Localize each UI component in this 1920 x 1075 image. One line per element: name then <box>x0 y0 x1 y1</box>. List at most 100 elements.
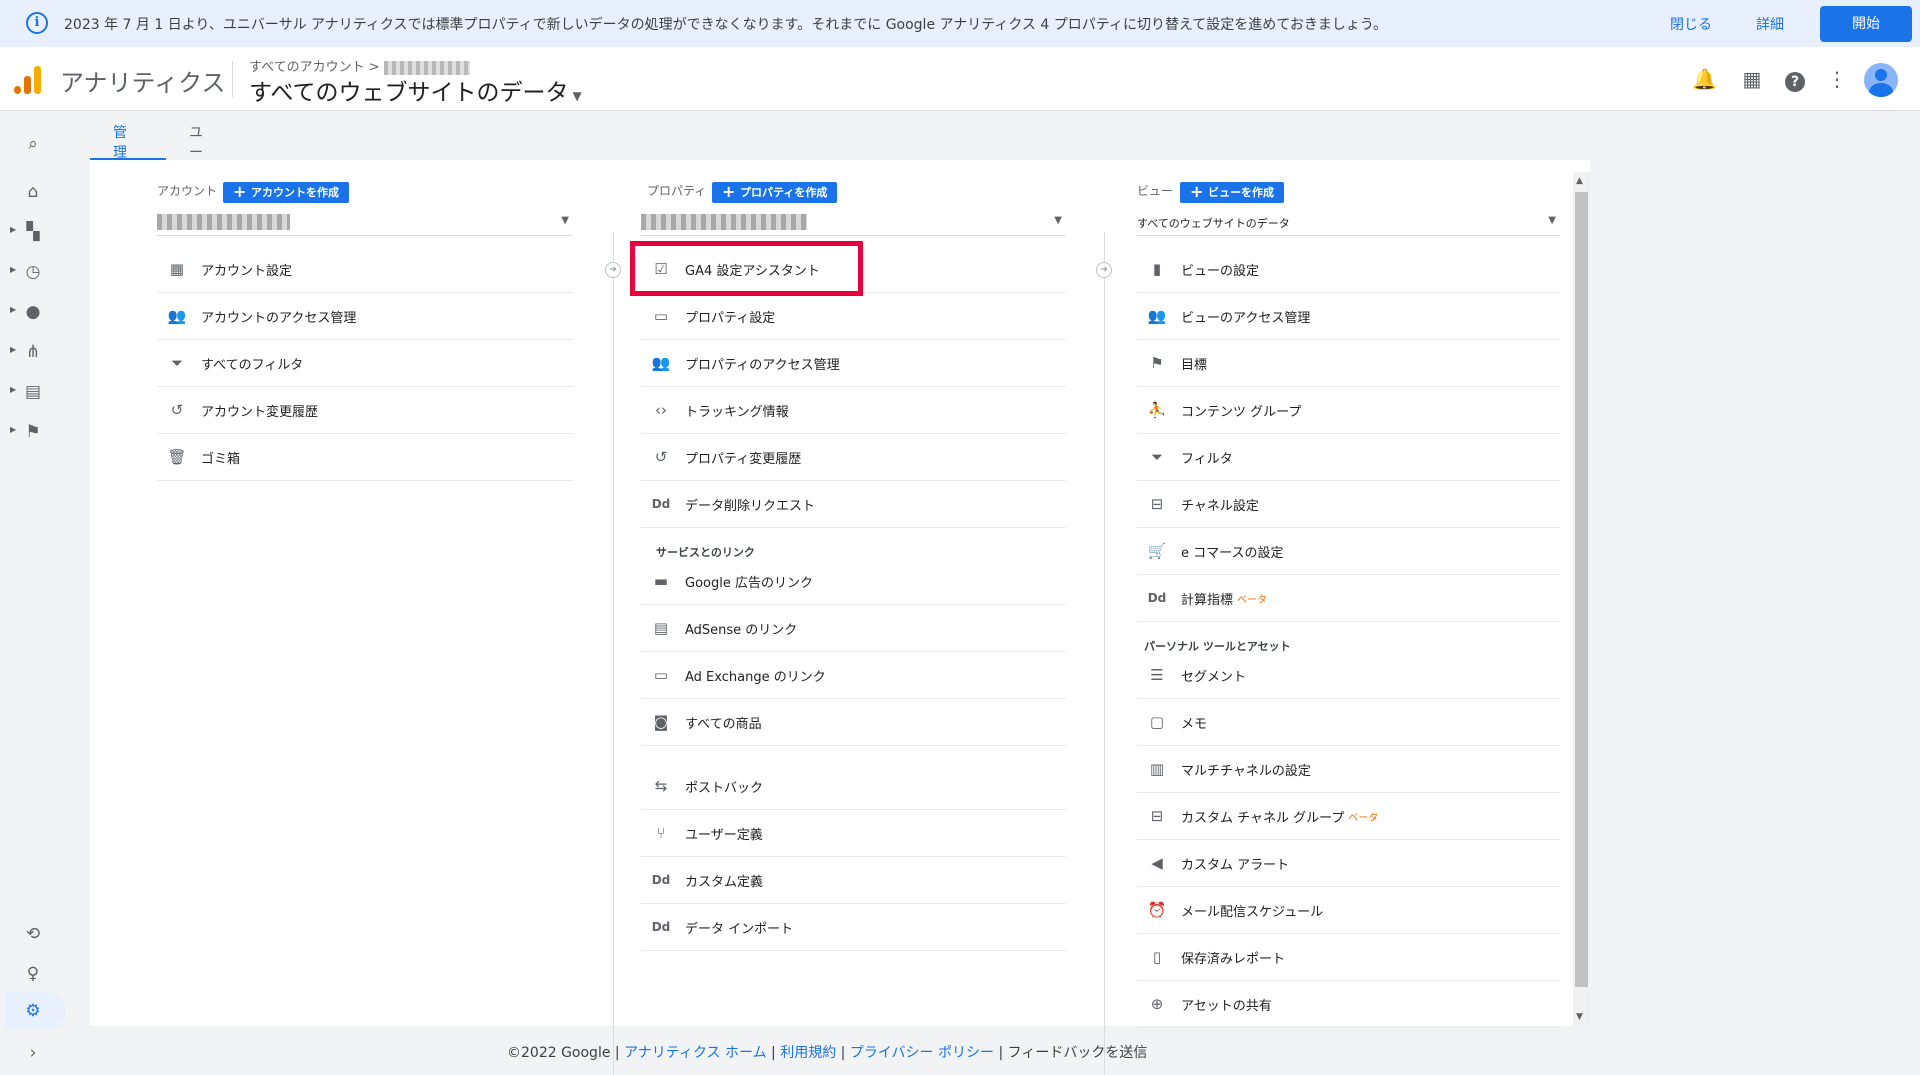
chevron-right-icon[interactable]: › <box>18 1038 48 1068</box>
scrollbar[interactable]: ▲ ▼ <box>1573 172 1590 1026</box>
menu-item-label: カスタム定義 <box>685 874 764 890</box>
avatar[interactable] <box>1864 63 1898 97</box>
menu-item[interactable]: ⚑ 目標 <box>1137 340 1560 387</box>
menu-item[interactable]: ▯ 保存済みレポート <box>1137 934 1560 981</box>
expand-arrow-icon[interactable]: ▶ <box>10 225 16 234</box>
menu-item-label: データ インポート <box>685 921 794 937</box>
expand-arrow-icon[interactable]: ▶ <box>10 345 16 354</box>
account-selector[interactable]: ▼ <box>157 210 573 236</box>
dd-icon: Dd <box>1147 591 1167 605</box>
privacy-link[interactable]: プライバシー ポリシー <box>850 1045 994 1061</box>
details-link[interactable]: 詳細 <box>1756 14 1784 34</box>
menu-item[interactable]: ↺ プロパティ変更履歴 <box>641 434 1066 481</box>
tab-admin[interactable]: 管理 <box>113 122 127 161</box>
menu-item[interactable]: ⏷ すべてのフィルタ <box>157 340 573 387</box>
menu-item[interactable]: 🛒 e コマースの設定 <box>1137 528 1560 575</box>
column-divider <box>1104 232 1105 1075</box>
menu-item-label: カスタム アラート <box>1181 857 1290 873</box>
menu-item[interactable]: ▦ アカウント設定 <box>157 246 573 293</box>
swap-icon: ⇆ <box>654 777 668 795</box>
column-divider <box>613 232 614 1075</box>
terms-link[interactable]: 利用規約 <box>780 1045 836 1061</box>
layout-icon: ▭ <box>653 307 669 325</box>
memo-icon: ▢ <box>1149 713 1165 731</box>
expand-arrow-icon[interactable]: ▶ <box>10 305 16 314</box>
menu-item-label: Google 広告のリンク <box>685 575 813 591</box>
lightbulb-icon[interactable]: ♀ <box>18 959 48 989</box>
create-view-button[interactable]: + ビューを作成 <box>1180 182 1284 203</box>
dashboard-icon[interactable]: ▚ <box>18 217 48 247</box>
menu-item[interactable]: ◙ すべての商品 <box>641 699 1066 746</box>
beta-badge: ベータ <box>1237 594 1268 606</box>
menu-item[interactable]: ‹› トラッキング情報 <box>641 387 1066 434</box>
menu-item[interactable]: Dd データ削除リクエスト <box>641 481 1066 528</box>
people-icon: 👥 <box>651 354 671 372</box>
menu-item[interactable]: ▬ Google 広告のリンク <box>641 558 1066 605</box>
menu-item[interactable]: 👥 ビューのアクセス管理 <box>1137 293 1560 340</box>
home-icon[interactable]: ⌂ <box>18 177 48 207</box>
view-selector-dropdown[interactable]: すべてのウェブサイトのデータ ▼ <box>1137 210 1560 236</box>
close-banner-link[interactable]: 閉じる <box>1670 14 1712 34</box>
scroll-down-icon[interactable]: ▼ <box>1576 1012 1583 1022</box>
person-walk-icon: ⛹ <box>1147 401 1167 419</box>
feedback-link[interactable]: フィードバックを送信 <box>1008 1045 1148 1061</box>
filter-icon: ⏷ <box>1150 448 1163 466</box>
view-selector[interactable]: すべてのウェブサイトのデータ ▼ <box>249 73 582 107</box>
menu-item[interactable]: ◀ カスタム アラート <box>1137 840 1560 887</box>
menu-item[interactable]: ▭ プロパティ設定 <box>641 293 1066 340</box>
start-button[interactable]: 開始 <box>1820 6 1912 42</box>
footer: ©2022 Google | アナリティクス ホーム | 利用規約 | プライバ… <box>507 1045 1148 1061</box>
create-account-button[interactable]: + アカウントを作成 <box>223 182 349 203</box>
person-icon[interactable]: ● <box>18 297 48 327</box>
clock-icon[interactable]: ◷ <box>18 257 48 287</box>
expand-arrow-icon[interactable]: ▶ <box>10 265 16 274</box>
flag-icon[interactable]: ⚑ <box>18 417 48 447</box>
menu-item[interactable]: ▤ AdSense のリンク <box>641 605 1066 652</box>
menu-item[interactable]: ⏷ フィルタ <box>1137 434 1560 481</box>
menu-item[interactable]: ⊟ チャネル設定 <box>1137 481 1560 528</box>
attribution-icon[interactable]: ⟲ <box>18 919 48 949</box>
analytics-home-link[interactable]: アナリティクス ホーム <box>624 1045 767 1061</box>
acquisition-icon[interactable]: ⋔ <box>18 337 48 367</box>
search-icon[interactable]: ⌕ <box>18 129 48 159</box>
tab-user[interactable]: ユーザー <box>189 122 203 201</box>
more-vert-icon[interactable]: ⋮ <box>1825 67 1849 91</box>
menu-item[interactable]: ⛹ コンテンツ グループ <box>1137 387 1560 434</box>
menu-item-label: すべてのフィルタ <box>201 357 304 373</box>
apps-grid-icon[interactable]: ▦ <box>1740 67 1764 91</box>
create-property-button[interactable]: + プロパティを作成 <box>712 182 838 203</box>
menu-item[interactable]: Dd 計算指標 ベータ <box>1137 575 1560 622</box>
menu-item[interactable]: Dd カスタム定義 <box>641 857 1066 904</box>
top-header: アナリティクス すべてのアカウント > すべてのウェブサイトのデータ ▼ 🔔 ▦ … <box>0 47 1920 111</box>
menu-item[interactable]: ▭ Ad Exchange のリンク <box>641 652 1066 699</box>
scrollbar-thumb[interactable] <box>1575 192 1588 987</box>
chevron-down-icon: ▼ <box>572 89 582 103</box>
behavior-icon[interactable]: ▤ <box>18 377 48 407</box>
gear-icon[interactable]: ⚙ <box>18 996 48 1026</box>
expand-arrow-icon[interactable]: ▶ <box>10 425 16 434</box>
property-heading: プロパティ <box>647 184 707 198</box>
expand-arrow-icon[interactable]: ▶ <box>10 385 16 394</box>
menu-item[interactable]: 👥 プロパティのアクセス管理 <box>641 340 1066 387</box>
menu-item[interactable]: ☰ セグメント <box>1137 652 1560 699</box>
menu-item[interactable]: ↺ アカウント変更履歴 <box>157 387 573 434</box>
menu-item[interactable]: 👥 アカウントのアクセス管理 <box>157 293 573 340</box>
scroll-up-icon[interactable]: ▲ <box>1576 176 1583 186</box>
menu-item-label: ビューの設定 <box>1181 263 1260 279</box>
help-icon[interactable]: ? <box>1783 67 1807 92</box>
menu-item[interactable]: ▮ ビューの設定 <box>1137 246 1560 293</box>
menu-item-label: ゴミ箱 <box>201 451 241 467</box>
bell-icon[interactable]: 🔔 <box>1692 67 1717 91</box>
menu-item[interactable]: ⇆ ポストバック <box>641 763 1066 810</box>
menu-item[interactable]: 🗑 ゴミ箱 <box>157 434 573 481</box>
menu-item[interactable]: ⊟ カスタム チャネル グループ ベータ <box>1137 793 1560 840</box>
menu-item-label: アカウント設定 <box>201 263 293 279</box>
menu-item[interactable]: ⑂ ユーザー定義 <box>641 810 1066 857</box>
menu-item[interactable]: ▢ メモ <box>1137 699 1560 746</box>
menu-item[interactable]: ⏰ メール配信スケジュール <box>1137 887 1560 934</box>
analytics-logo-icon <box>14 66 42 94</box>
menu-item[interactable]: ▥ マルチチャネルの設定 <box>1137 746 1560 793</box>
property-selector[interactable]: ▼ <box>641 210 1066 236</box>
menu-item[interactable]: ⊕ アセットの共有 <box>1137 981 1560 1028</box>
menu-item[interactable]: Dd データ インポート <box>641 904 1066 951</box>
